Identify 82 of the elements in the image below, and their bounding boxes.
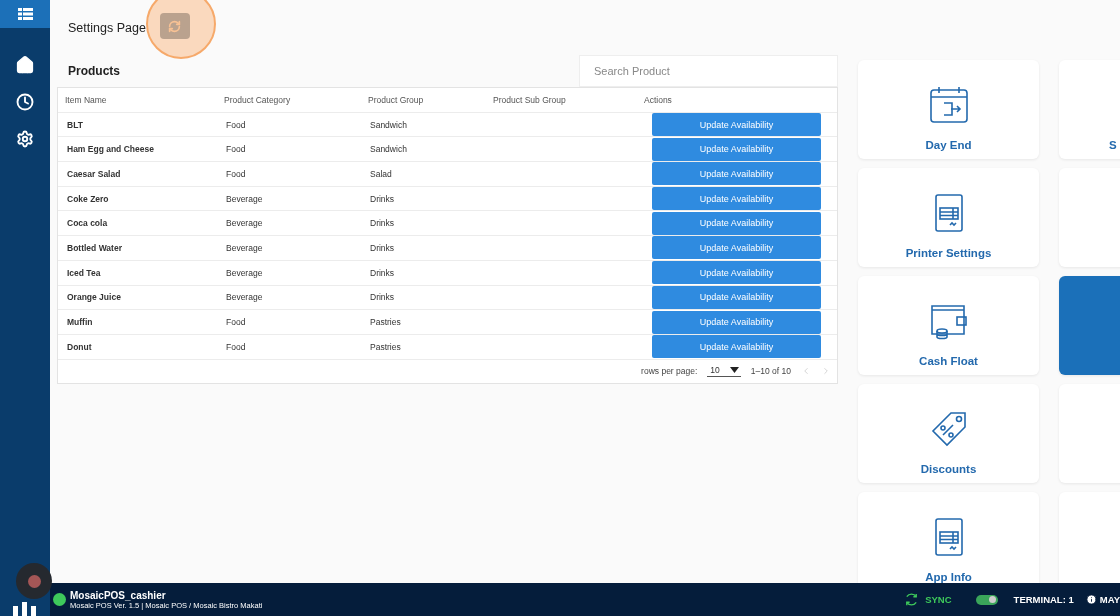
table-cell-text: Sandwich [369, 119, 408, 130]
sync-label: SYNC [925, 594, 952, 605]
column-header: Product Group [367, 94, 425, 105]
previous-page-button[interactable] [801, 366, 811, 377]
table-cell-text: Ham Egg and Cheese [66, 144, 155, 155]
settings-tile[interactable]: Day End [858, 60, 1039, 159]
table-cell-text: Muffin [66, 317, 94, 328]
table-cell-text: Sandwich [369, 144, 408, 155]
update-availability-button[interactable]: Update Availability [652, 113, 821, 137]
table-cell-text: Food [225, 317, 247, 328]
clock-icon [16, 92, 34, 111]
table-cell-text: Beverage [225, 193, 264, 204]
table-cell-text: Drinks [369, 218, 396, 229]
settings-icon [16, 129, 34, 148]
tile-label: Cash Float [919, 355, 978, 367]
list-icon [17, 8, 33, 20]
update-availability-button[interactable]: Update Availability [652, 335, 821, 359]
settings-tile[interactable]: Cash Float [858, 276, 1039, 375]
rows-per-page-label: rows per page: [641, 366, 698, 377]
table-cell-text: Beverage [225, 292, 264, 303]
table-cell-text: Caesar Salad [66, 168, 122, 179]
table-cell-text: Iced Tea [66, 267, 102, 278]
update-availability-button[interactable]: Update Availability [652, 310, 821, 334]
column-header: Actions [643, 94, 673, 105]
tile-label: Day End [925, 139, 972, 151]
update-availability-button[interactable]: Update Availability [652, 211, 821, 235]
info-icon [1085, 594, 1097, 605]
terminal-label: TERMINAL: 1 [1013, 594, 1074, 605]
column-header: Product Category [223, 94, 292, 105]
table-cell-text: Beverage [225, 267, 264, 278]
table-cell-text: Orange Juice [66, 292, 122, 303]
update-availability-button[interactable]: Update Availability [652, 236, 821, 260]
table-cell-text: Drinks [369, 292, 396, 303]
user-name: MosaicPOS_cashier [70, 589, 167, 601]
table-cell-text: BLT [66, 119, 84, 130]
table-cell-text: Beverage [225, 242, 264, 253]
table-cell-text: Drinks [369, 267, 396, 278]
table-cell-text: Pastries [369, 317, 402, 328]
search-field[interactable]: Search Product [579, 55, 838, 87]
table-cell-text: Beverage [225, 218, 264, 229]
update-availability-button[interactable]: Update Availability [652, 137, 821, 161]
menu-header[interactable] [0, 0, 50, 28]
tile-label: Discounts [920, 463, 977, 475]
table-cell-text: Drinks [369, 193, 396, 204]
table-cell-text: Food [225, 144, 247, 155]
table-cell-text: Donut [66, 341, 93, 352]
column-header: Item Name [64, 94, 108, 105]
sync-icon [904, 592, 920, 607]
page-range: 1–10 of 10 [750, 366, 791, 377]
refresh-button[interactable] [159, 13, 190, 39]
notice-text: MAY [1099, 594, 1120, 605]
tile-label: S [1109, 139, 1117, 151]
table-cell-text: Drinks [369, 242, 396, 253]
rows-per-page-select[interactable]: 10 [707, 365, 741, 378]
tile-label: App Info [925, 571, 972, 583]
settings-tile[interactable]: App Info [858, 492, 1039, 583]
table-cell-text: Food [225, 341, 247, 352]
update-availability-button[interactable]: Update Availability [652, 285, 821, 309]
settings-tile[interactable]: S [1059, 60, 1120, 159]
caret-icon [729, 367, 739, 374]
home-icon [15, 54, 35, 75]
next-page-button[interactable] [821, 366, 831, 377]
column-header: Product Sub Group [492, 94, 567, 105]
table-cell-text: Pastries [369, 341, 402, 352]
table-cell-text: Coke Zero [66, 193, 110, 204]
update-availability-button[interactable]: Update Availability [652, 162, 821, 186]
table-cell-text: Food [225, 168, 247, 179]
calendar-icon [928, 85, 969, 125]
table-cell-text: Food [225, 119, 247, 130]
tile-label: Printer Settings [905, 247, 992, 259]
update-availability-button[interactable]: Update Availability [652, 261, 821, 285]
section-title: Products [67, 64, 120, 80]
refresh-icon [168, 19, 182, 33]
table-cell-text: Coca cola [66, 218, 109, 229]
settings-tile[interactable]: Discounts [858, 384, 1039, 483]
page-title: Settings Page [68, 20, 146, 35]
toggle-switch[interactable] [975, 594, 998, 605]
update-availability-button[interactable]: Update Availability [652, 187, 821, 211]
settings-tile[interactable]: Printer Settings [858, 168, 1039, 267]
logo-icon [13, 602, 37, 616]
table-cell-text: Bottled Water [66, 242, 123, 253]
table-cell-text: Salad [369, 168, 393, 179]
